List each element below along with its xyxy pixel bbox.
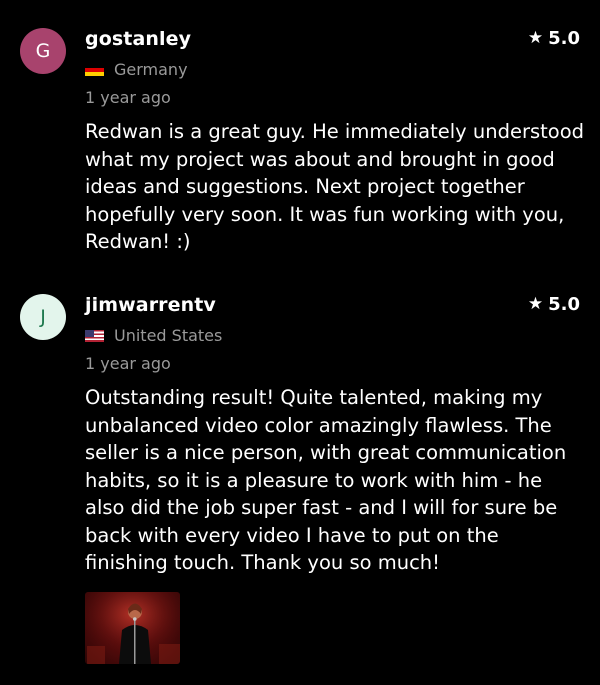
review-text: Outstanding result! Quite talented, maki… — [85, 386, 567, 574]
rating-value: 5.0 — [548, 28, 580, 49]
reviewer-username[interactable]: jimwarrentv — [85, 294, 216, 316]
reviewer-username[interactable]: gostanley — [85, 28, 191, 50]
performer-image — [85, 592, 180, 664]
country-name: United States — [114, 326, 223, 345]
rating-value: 5.0 — [548, 294, 580, 315]
germany-flag-icon — [85, 63, 104, 76]
reviewer-country: Germany — [85, 60, 188, 79]
avatar[interactable]: G — [20, 28, 66, 74]
review-text: Redwan is a great guy. He immediately un… — [85, 120, 585, 253]
review-date: 1 year ago — [85, 354, 171, 373]
review-date: 1 year ago — [85, 88, 171, 107]
star-icon: ★ — [527, 294, 544, 314]
united-states-flag-icon — [85, 329, 104, 342]
country-name: Germany — [114, 60, 188, 79]
avatar[interactable]: J — [20, 294, 66, 340]
rating: ★ 5.0 — [528, 294, 580, 315]
rating: ★ 5.0 — [528, 28, 580, 49]
reviewer-country: United States — [85, 326, 222, 345]
star-icon: ★ — [527, 28, 544, 48]
review-attachment-thumbnail[interactable] — [85, 592, 180, 664]
